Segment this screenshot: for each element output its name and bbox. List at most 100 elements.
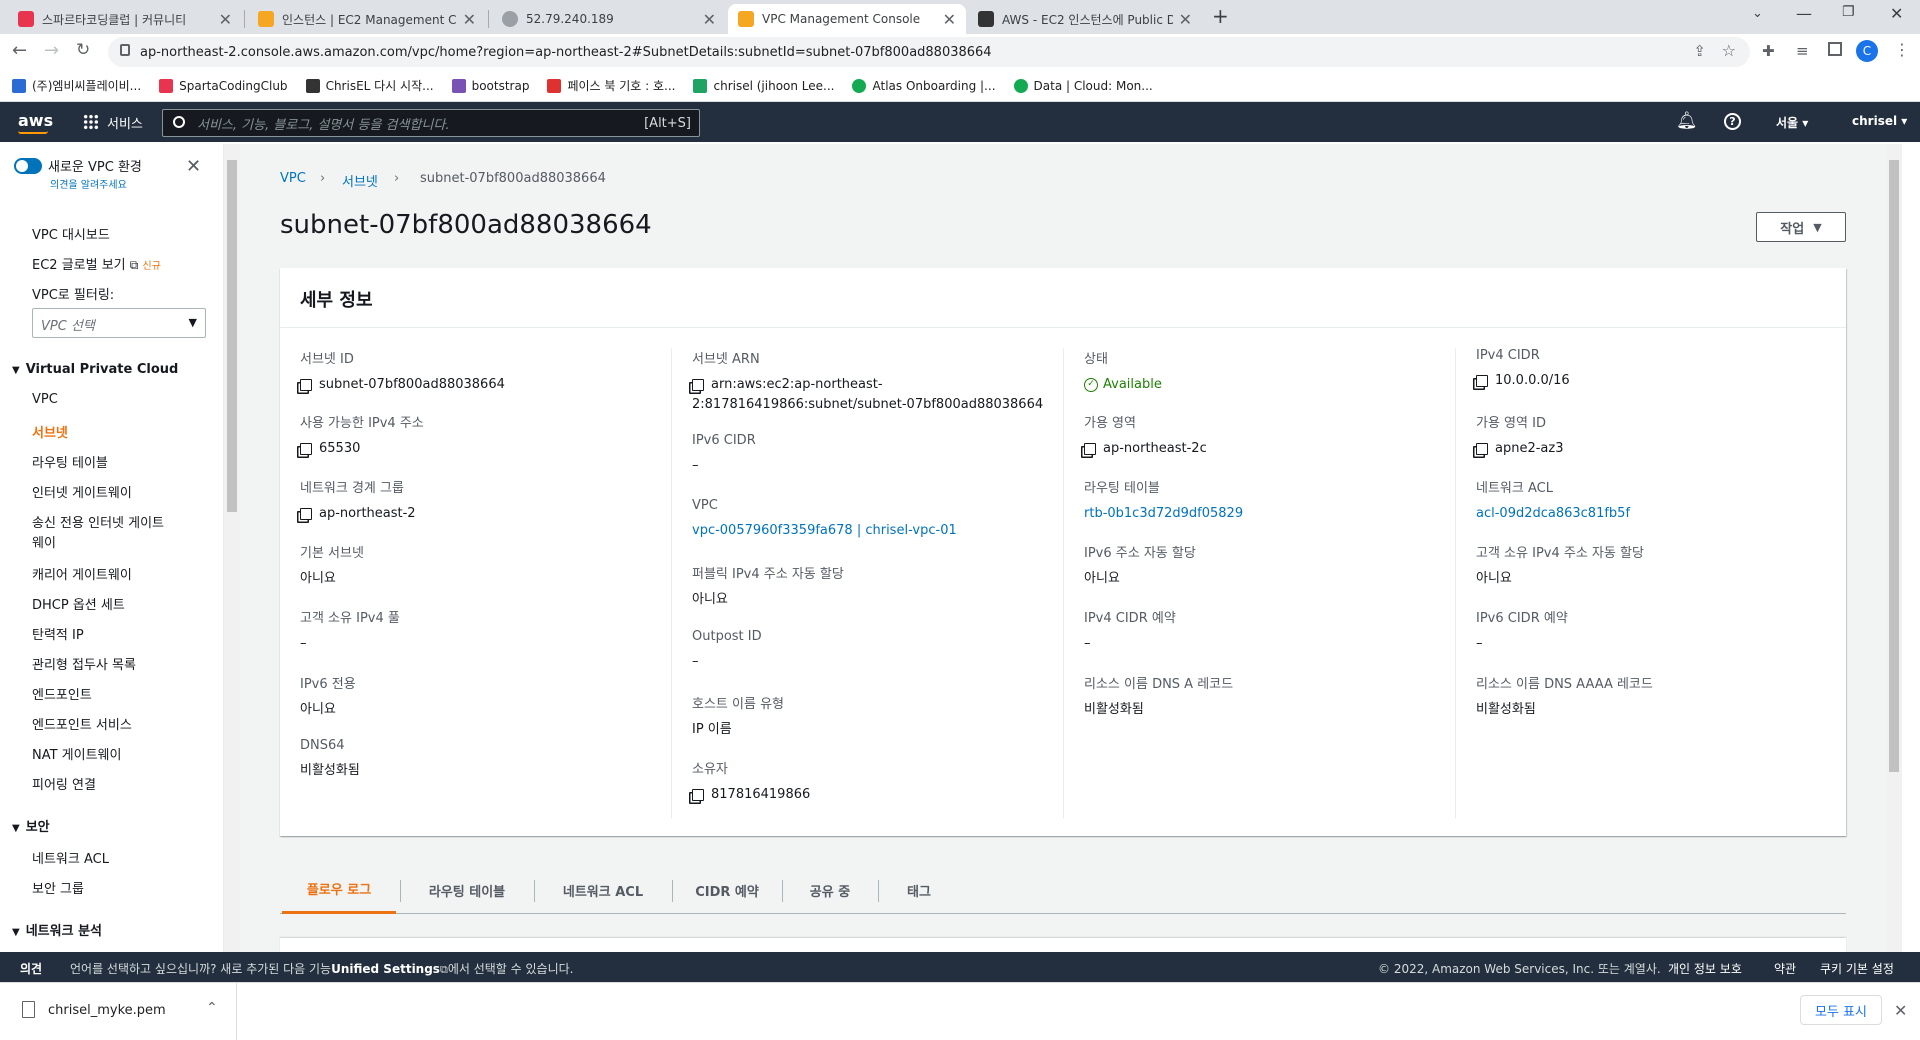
sidebar-item-elastic-ip[interactable]: 탄력적 IP (32, 624, 84, 643)
sidebar-item-carrier-gateway[interactable]: 캐리어 게이트웨이 (32, 564, 132, 583)
tab-tags[interactable]: 태그 (882, 866, 956, 914)
sidebar-item-egress-gateway-cont[interactable]: 웨이 (32, 532, 56, 551)
sidebar-item-vpc[interactable]: VPC (32, 392, 58, 407)
show-all-button[interactable]: 모두 표시 (1800, 995, 1882, 1025)
actions-button[interactable]: 작업 ▼ (1756, 212, 1846, 242)
terms-link[interactable]: 약관 (1774, 960, 1796, 977)
close-icon[interactable]: ✕ (186, 156, 201, 177)
bookmark-item[interactable]: Data | Cloud: Mon... (1013, 78, 1153, 93)
aws-logo[interactable]: aws (18, 111, 53, 130)
help-icon[interactable]: ? (1724, 113, 1741, 130)
feedback-link[interactable]: 의견을 알려주세요 (50, 176, 127, 191)
copy-icon[interactable] (300, 443, 312, 455)
vpc-filter-select[interactable]: VPC 선택 ▼ (32, 308, 206, 338)
services-menu[interactable]: 서비스 (107, 113, 143, 132)
sidebar-item-peering[interactable]: 피어링 연결 (32, 774, 96, 793)
sidebar-item-egress-gateway[interactable]: 송신 전용 인터넷 게이트 (32, 512, 164, 531)
new-vpc-toggle[interactable] (14, 158, 42, 174)
notification-bell-icon[interactable]: 🔔︎ (1676, 111, 1698, 131)
sidebar-item-network-acl[interactable]: 네트워크 ACL (32, 848, 109, 867)
search-input[interactable]: 서비스, 기능, 블로그, 설명서 등을 검색합니다. [Alt+S] (162, 109, 700, 137)
breadcrumb-vpc[interactable]: VPC (280, 171, 306, 186)
vpc-link[interactable]: vpc-0057960f3359fa678 | chrisel-vpc-01 (692, 521, 957, 541)
main-scrollbar[interactable] (1886, 144, 1902, 952)
sidebar-item-route-tables[interactable]: 라우팅 테이블 (32, 452, 108, 471)
minimize-button[interactable]: — (1796, 4, 1812, 23)
close-window-button[interactable]: ✕ (1890, 4, 1903, 23)
bookmark-item[interactable]: chrisel (jihoon Lee... (693, 78, 834, 93)
more-menu-icon[interactable]: ⋮ (1894, 40, 1910, 59)
bookmark-item[interactable]: (주)엠비씨플레이비... (12, 77, 141, 94)
scrollbar-thumb[interactable] (1889, 160, 1899, 772)
bookmark-item[interactable]: bootstrap (451, 78, 529, 93)
copy-icon[interactable] (1084, 443, 1096, 455)
close-icon[interactable]: ✕ (1179, 10, 1192, 29)
new-tab-button[interactable]: + (1212, 4, 1229, 28)
scrollbar-thumb[interactable] (227, 160, 237, 512)
cookie-preferences-link[interactable]: 쿠키 기본 설정 (1820, 960, 1894, 977)
media-icon[interactable]: ≡ (1796, 42, 1809, 60)
browser-tab[interactable]: 인스턴스 | EC2 Management Co ✕ (248, 4, 486, 34)
sidebar-item-subnets[interactable]: 서브넷 (32, 422, 68, 441)
copy-icon[interactable] (692, 379, 704, 391)
close-icon[interactable]: ✕ (943, 10, 956, 29)
tab-search-icon[interactable]: ⌄ (1752, 6, 1763, 21)
route-table-link[interactable]: rtb-0b1c3d72d9df05829 (1084, 504, 1243, 524)
bookmark-item[interactable]: SpartaCodingClub (159, 78, 288, 93)
browser-tab[interactable]: 스파르타코딩클럽 | 커뮤니티 ✕ (8, 4, 242, 34)
sidebar-item-endpoints[interactable]: 엔드포인트 (32, 684, 92, 703)
breadcrumb-subnets[interactable]: 서브넷 (342, 171, 378, 190)
sidebar-item-dashboard[interactable]: VPC 대시보드 (32, 224, 110, 243)
sidebar-item-dhcp[interactable]: DHCP 옵션 세트 (32, 594, 125, 613)
bookmark-item[interactable]: 페이스 북 기호 : 호... (547, 77, 675, 94)
copy-icon[interactable] (300, 379, 312, 391)
region-selector[interactable]: 서울 ▾ (1776, 114, 1808, 131)
bookmark-item[interactable]: Atlas Onboarding |... (852, 78, 996, 93)
maximize-button[interactable]: ❐ (1842, 4, 1855, 20)
url-field[interactable]: ap-northeast-2.console.aws.amazon.com/vp… (108, 37, 1750, 67)
network-acl-link[interactable]: acl-09d2dca863c81fb5f (1476, 504, 1630, 524)
back-arrow-icon[interactable]: ← (12, 40, 27, 61)
bookmark-star-icon[interactable]: ☆ (1722, 41, 1736, 60)
share-icon[interactable]: ⇪ (1693, 42, 1706, 60)
extensions-icon[interactable]: ✚ (1762, 42, 1775, 60)
sidebar-item-prefix-lists[interactable]: 관리형 접두사 목록 (32, 654, 136, 673)
unified-settings-link[interactable]: Unified Settings (331, 962, 440, 976)
close-icon[interactable]: ✕ (703, 10, 716, 29)
section-network-analysis[interactable]: ▼ 네트워크 분석 (12, 920, 102, 939)
feedback-button[interactable]: 의견 (20, 960, 42, 977)
privacy-link[interactable]: 개인 정보 보호 (1668, 960, 1742, 977)
sidebar-item-nat-gateway[interactable]: NAT 게이트웨이 (32, 744, 121, 763)
copy-icon[interactable] (300, 508, 312, 520)
section-security[interactable]: ▼ 보안 (12, 816, 50, 835)
sidebar-item-security-groups[interactable]: 보안 그룹 (32, 878, 84, 897)
close-icon[interactable]: ✕ (1894, 1001, 1907, 1020)
chevron-up-icon[interactable]: ⌃ (206, 1000, 218, 1016)
section-vpc[interactable]: ▼ Virtual Private Cloud (12, 362, 178, 377)
grid-menu-icon[interactable] (83, 114, 99, 130)
tab-route-table[interactable]: 라우팅 테이블 (404, 866, 530, 914)
copy-icon[interactable] (692, 789, 704, 801)
bookmark-item[interactable]: ChrisEL 다시 시작... (305, 77, 434, 94)
browser-tab[interactable]: AWS - EC2 인스턴스에 Public D ✕ (968, 4, 1202, 34)
sidebar-scrollbar[interactable] (224, 144, 240, 952)
tab-network-acl[interactable]: 네트워크 ACL (538, 866, 668, 914)
sidebar-item-internet-gateway[interactable]: 인터넷 게이트웨이 (32, 482, 132, 501)
profile-avatar[interactable]: C (1856, 40, 1878, 62)
sidebar-item-endpoint-services[interactable]: 엔드포인트 서비스 (32, 714, 132, 733)
account-menu[interactable]: chrisel ▾ (1852, 114, 1907, 128)
browser-tab[interactable]: 52.79.240.189 ✕ (492, 4, 726, 34)
sidebar-item-ec2-global[interactable]: EC2 글로벌 보기 ⧉ 신규 (32, 254, 161, 273)
close-icon[interactable]: ✕ (463, 10, 476, 29)
browser-tab-active[interactable]: VPC Management Console ✕ (728, 4, 966, 34)
copy-icon[interactable] (1476, 375, 1488, 387)
tab-sharing[interactable]: 공유 중 (786, 866, 874, 914)
tab-cidr-reservations[interactable]: CIDR 예약 (676, 866, 778, 914)
reload-icon[interactable]: ↻ (76, 40, 90, 60)
close-icon[interactable]: ✕ (219, 10, 232, 29)
download-filename[interactable]: chrisel_myke.pem (48, 1003, 166, 1018)
sidepanel-icon[interactable] (1828, 42, 1842, 56)
copy-icon[interactable] (1476, 443, 1488, 455)
forward-arrow-icon[interactable]: → (44, 40, 59, 61)
tab-flow-logs[interactable]: 플로우 로그 (282, 866, 396, 914)
